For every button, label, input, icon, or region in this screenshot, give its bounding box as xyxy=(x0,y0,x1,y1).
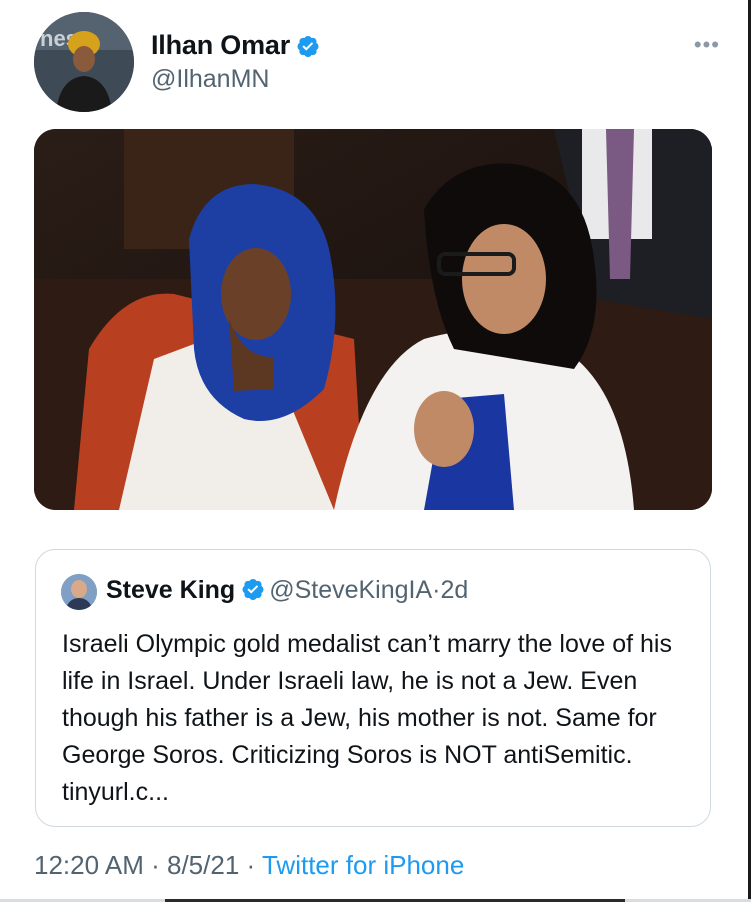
quoted-tweet-text: Israeli Olympic gold medalist can’t marr… xyxy=(62,630,672,806)
tweet-source-link[interactable]: Twitter for iPhone xyxy=(262,850,464,880)
author-avatar[interactable]: nes xyxy=(34,12,134,112)
meta-separator: · xyxy=(151,850,160,880)
author-names: Ilhan Omar @IlhanMN xyxy=(151,30,320,94)
quoted-author-handle: @SteveKingIA xyxy=(269,576,433,604)
quoted-age: 2d xyxy=(440,576,469,604)
author-handle[interactable]: @IlhanMN xyxy=(151,65,320,94)
tweet-date[interactable]: 8/5/21 xyxy=(167,850,239,880)
more-dots-icon[interactable]: ••• xyxy=(694,32,720,58)
quoted-separator: · xyxy=(432,576,441,604)
tweet-header: nes Ilhan Omar @IlhanMN ••• xyxy=(34,12,724,116)
tweet-time[interactable]: 12:20 AM xyxy=(34,850,144,880)
verified-badge-icon xyxy=(297,35,319,57)
quoted-tweet[interactable]: Steve King @SteveKingIA·2d Israeli Olympi… xyxy=(35,549,711,827)
quoted-author-name: Steve King xyxy=(106,576,236,604)
meta-separator: · xyxy=(246,850,256,880)
quoted-header: Steve King @SteveKingIA·2d xyxy=(106,576,468,605)
tweet-photo[interactable] xyxy=(34,129,712,510)
quoted-author-avatar xyxy=(61,574,97,610)
tweet-meta: 12:20 AM · 8/5/21 · Twitter for iPhone xyxy=(34,850,464,881)
author-display-name[interactable]: Ilhan Omar xyxy=(151,30,290,61)
verified-badge-icon xyxy=(242,578,264,601)
